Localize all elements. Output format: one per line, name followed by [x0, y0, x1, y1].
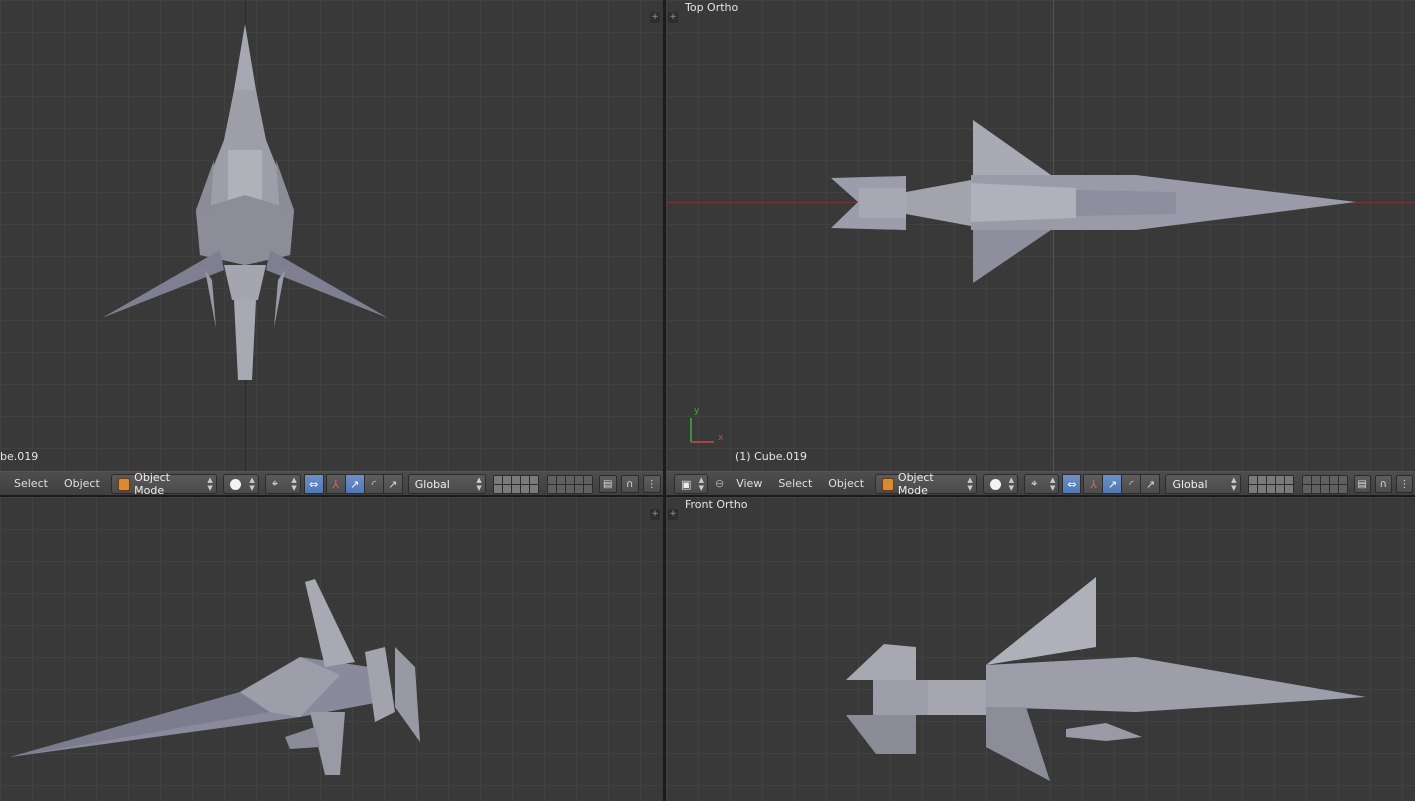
shading-sphere-icon: [989, 478, 1001, 490]
y-axis-label: y: [694, 406, 700, 416]
dropdown-arrows-icon: ▲ ▼: [1231, 476, 1237, 492]
view-name-label: Top Ortho: [685, 1, 739, 14]
area-split-widget[interactable]: +: [650, 509, 660, 520]
dropdown-arrows-icon: ▲ ▼: [249, 476, 255, 492]
dropdown-arrows-icon: ▲ ▼: [967, 476, 973, 492]
viewport-front-ortho[interactable]: Front Ortho +: [666, 497, 1415, 801]
dropdown-arrows-icon: ▲ ▼: [698, 476, 704, 492]
menu-select[interactable]: Select: [0, 473, 56, 495]
layers-grid-2[interactable]: [1301, 474, 1348, 494]
translate-button[interactable]: ↗: [1102, 474, 1123, 494]
gizmo-icon: ⅄: [332, 477, 340, 491]
manipulator-toggle[interactable]: ⇔: [1062, 474, 1082, 494]
area-divider-vertical[interactable]: [663, 0, 666, 801]
pivot-icon: ⌖: [271, 477, 278, 490]
translate-icon: ↗: [350, 477, 360, 491]
dropdown-arrows-icon: ▲ ▼: [1008, 476, 1015, 492]
translate-button[interactable]: ↗: [344, 474, 365, 494]
dropdown-arrows-icon: ▲ ▼: [291, 476, 297, 492]
dropdown-arrows-icon: ▲ ▼: [476, 476, 482, 492]
viewport-top-ortho[interactable]: Top Ortho + y x (1) Cube.019: [666, 0, 1415, 471]
shading-dropdown[interactable]: ▲ ▼: [222, 474, 259, 494]
rotate-icon: ◜: [371, 477, 376, 491]
snap-element-icon: ⋮: [646, 478, 657, 490]
area-split-widget[interactable]: +: [668, 509, 678, 520]
object-name-label: be.019: [0, 450, 39, 463]
rotate-button[interactable]: ◜: [1121, 474, 1142, 494]
collapse-menu-icon[interactable]: ⊖: [711, 473, 728, 495]
area-split-widget[interactable]: +: [668, 12, 678, 23]
snap-magnet-icon: ∩: [626, 478, 634, 490]
area-split-widget[interactable]: +: [650, 12, 660, 23]
view3d-icon: ▣: [681, 477, 692, 491]
orientation-label: Global: [1172, 477, 1208, 491]
lock-button[interactable]: ▤: [1353, 475, 1371, 493]
scale-button[interactable]: ↗: [1140, 474, 1161, 494]
scale-button[interactable]: ↗: [382, 474, 403, 494]
spaceship-mesh-top-ortho[interactable]: [666, 0, 1415, 471]
menu-object[interactable]: Object: [56, 473, 108, 495]
axis-gizmo-button[interactable]: ⅄: [1083, 474, 1104, 494]
menu-select[interactable]: Select: [770, 473, 820, 495]
mode-label: Object Mode: [134, 471, 170, 497]
viewport-perspective[interactable]: +: [0, 497, 663, 801]
dropdown-arrows-icon: ▲ ▼: [1050, 476, 1056, 492]
scale-icon: ↗: [1145, 477, 1156, 491]
layers-grid-2[interactable]: [546, 474, 593, 494]
viewport-top-left[interactable]: be.019 +: [0, 0, 663, 471]
layers-grid[interactable]: [1247, 474, 1294, 494]
pivot-dropdown[interactable]: ⌖ ▲ ▼: [1024, 474, 1060, 494]
pivot-dropdown[interactable]: ⌖ ▲ ▼: [264, 474, 301, 494]
layers-grid[interactable]: [492, 474, 539, 494]
rotate-button[interactable]: ◜: [363, 474, 384, 494]
menu-view[interactable]: View: [728, 473, 770, 495]
snap-element-icon: ⋮: [1399, 478, 1410, 490]
shading-sphere-icon: [229, 478, 241, 490]
x-axis-label: x: [718, 433, 724, 443]
viewport-header-left: Select Object Object Mode ▲ ▼ ▲ ▼ ⌖ ▲ ▼ ⇔ ⅄…: [0, 471, 663, 497]
manipulator-icon: ⇔: [1067, 477, 1077, 491]
spaceship-mesh-front-ortho[interactable]: [666, 497, 1415, 801]
editor-type-dropdown[interactable]: ▣ ▲ ▼: [674, 474, 708, 494]
orientation-dropdown[interactable]: Global ▲ ▼: [407, 474, 486, 494]
orientation-label: Global: [414, 477, 450, 491]
area-divider-horizontal[interactable]: [0, 495, 1415, 497]
pivot-icon: ⌖: [1031, 477, 1038, 490]
viewport-header-right: ▣ ▲ ▼ ⊖ View Select Object Object Mode ▲ ▼…: [666, 471, 1415, 497]
gizmo-icon: ⅄: [1090, 477, 1097, 491]
rotate-icon: ◜: [1129, 477, 1134, 491]
object-mode-icon: [882, 477, 894, 491]
axis-gizmo-button[interactable]: ⅄: [325, 474, 346, 494]
mode-label: Object Mode: [897, 471, 934, 497]
transform-buttons: ⅄ ↗ ◜ ↗: [325, 474, 403, 494]
spaceship-mesh-perspective[interactable]: [0, 497, 663, 801]
translate-icon: ↗: [1107, 477, 1118, 491]
dropdown-arrows-icon: ▲ ▼: [207, 476, 213, 492]
manipulator-toggle[interactable]: ⇔: [303, 474, 324, 494]
mode-dropdown[interactable]: Object Mode ▲ ▼: [875, 471, 977, 497]
view-name-label: Front Ortho: [685, 498, 748, 511]
shading-dropdown[interactable]: ▲ ▼: [982, 474, 1019, 494]
mode-dropdown[interactable]: Object Mode ▲ ▼: [110, 471, 217, 497]
object-mode-icon: [117, 477, 131, 491]
lock-button[interactable]: ▤: [598, 475, 617, 493]
lock-icon: ▤: [1357, 478, 1367, 490]
lock-icon: ▤: [603, 478, 613, 490]
transform-buttons: ⅄ ↗ ◜ ↗: [1083, 474, 1161, 494]
spaceship-mesh-top-view[interactable]: [0, 0, 663, 471]
snap-magnet-icon: ∩: [1379, 478, 1387, 490]
snap-button[interactable]: ∩: [620, 475, 639, 493]
snap-button[interactable]: ∩: [1374, 475, 1392, 493]
manipulator-icon: ⇔: [309, 477, 319, 491]
menu-object[interactable]: Object: [820, 473, 872, 495]
orientation-dropdown[interactable]: Global ▲ ▼: [1165, 474, 1241, 494]
axis-orientation-gizmo: [690, 418, 714, 443]
snap-element-button[interactable]: ⋮: [1395, 475, 1413, 493]
scale-icon: ↗: [388, 477, 398, 491]
object-name-label: (1) Cube.019: [735, 450, 807, 463]
snap-element-button[interactable]: ⋮: [642, 475, 661, 493]
